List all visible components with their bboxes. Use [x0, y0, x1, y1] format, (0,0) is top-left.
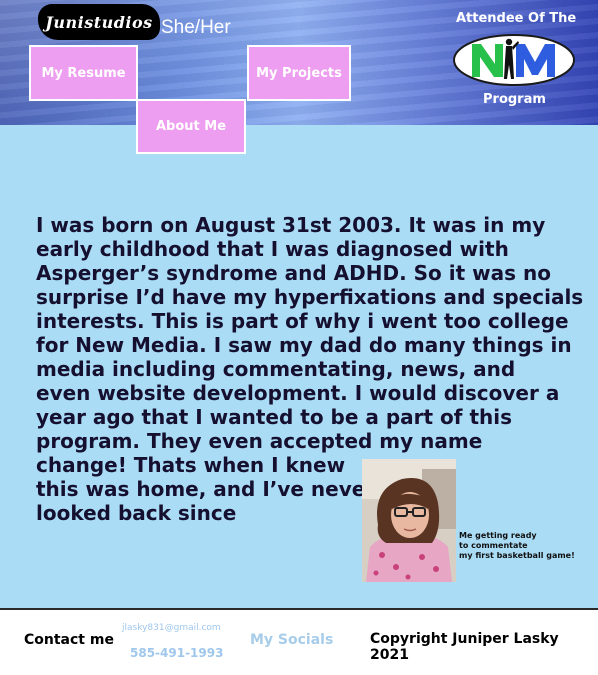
bio-line: media including commentating, news, and: [36, 357, 516, 381]
nav-projects-button[interactable]: My Projects: [247, 45, 351, 101]
site-logo[interactable]: Junistudios: [38, 4, 160, 40]
bio-line: early childhood that I was diagnosed wit…: [36, 237, 509, 261]
socials-link[interactable]: My Socials: [250, 632, 333, 648]
bio-line: surprise I’d have my hyperfixations and …: [36, 285, 584, 309]
contact-label: Contact me: [24, 632, 114, 648]
copyright-text: Copyright Juniper Lasky 2021: [370, 631, 559, 663]
pronouns-label: She/Her: [161, 17, 231, 38]
bio-text: I was born on August 31st 2003. It was i…: [36, 213, 584, 525]
email-link[interactable]: jlasky831@gmail.com: [122, 623, 221, 633]
nm-program-logo: [453, 34, 575, 86]
bio-line: year ago that I wanted to be a part of t…: [36, 405, 513, 429]
bio-line: Asperger’s syndrome and ADHD. So it was …: [36, 261, 551, 285]
nav-about-button[interactable]: About Me: [136, 99, 246, 154]
bio-line: this was home, and I’ve never: [36, 477, 376, 501]
bio-line: interests. This is part of why i went to…: [36, 309, 569, 333]
profile-photo: [362, 459, 456, 582]
nav-resume-button[interactable]: My Resume: [29, 45, 138, 101]
bio-line: program. They even accepted my name: [36, 429, 483, 453]
caption-line: my first basketball game!: [459, 551, 575, 560]
site-header: Junistudios She/Her My Resume My Project…: [0, 0, 598, 125]
caption-line: to commentate: [459, 541, 528, 550]
photo-caption: Me getting ready to commentate my first …: [459, 531, 575, 561]
bio-line: I was born on August 31st 2003. It was i…: [36, 213, 546, 237]
bio-line: change! Thats when I knew: [36, 453, 346, 477]
phone-number[interactable]: 585-491-1993: [130, 646, 223, 660]
caption-line: Me getting ready: [459, 531, 537, 540]
badge-top-text: Attendee Of The: [456, 11, 577, 26]
bio-line: even website development. I would discov…: [36, 381, 560, 405]
bio-line: for New Media. I saw my dad do many thin…: [36, 333, 572, 357]
site-footer: Contact me jlasky831@gmail.com 585-491-1…: [0, 610, 598, 675]
bio-line: looked back since: [36, 501, 237, 525]
badge-bottom-text: Program: [483, 92, 546, 107]
